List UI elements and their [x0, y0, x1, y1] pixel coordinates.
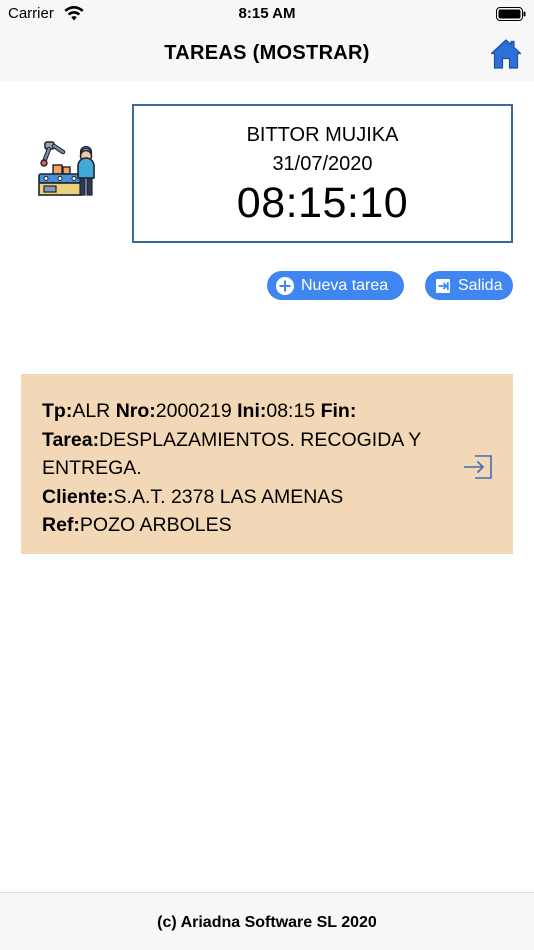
current-date: 31/07/2020	[272, 153, 373, 175]
current-clock: 08:15:10	[236, 179, 409, 227]
employee-name: BITTOR MUJIKA	[246, 124, 399, 146]
worker-machine-icon	[38, 141, 95, 196]
tp-value: ALR	[72, 400, 111, 422]
exit-icon	[436, 278, 450, 293]
footer: (c) Ariadna Software SL 2020	[0, 892, 534, 950]
battery-icon	[496, 7, 526, 21]
status-time: 8:15 AM	[238, 5, 296, 22]
ref-value: POZO ARBOLES	[79, 514, 232, 536]
task-card[interactable]: Tp:ALR Nro:2000219 Ini:08:15 Fin: Tarea:…	[21, 374, 513, 554]
ini-value: 08:15	[266, 400, 316, 422]
new-task-label: Nueva tarea	[301, 276, 389, 294]
employee-info-box: BITTOR MUJIKA 31/07/2020 08:15:10	[132, 104, 513, 243]
ref-label: Ref:	[42, 514, 80, 536]
task-client-line: Cliente:S.A.T. 2378 LAS AMENAS	[42, 483, 453, 512]
copyright-text: (c) Ariadna Software SL 2020	[157, 914, 377, 931]
tp-label: Tp:	[42, 400, 73, 422]
nro-label: Nro:	[115, 400, 156, 422]
task-description-line: Tarea:DESPLAZAMIENTOS. RECOGIDA Y ENTREG…	[42, 426, 453, 483]
cliente-value: S.A.T. 2378 LAS AMENAS	[113, 485, 344, 508]
nav-bar: TAREAS (MOSTRAR)	[0, 28, 534, 81]
home-icon[interactable]	[490, 38, 522, 70]
tarea-label: Tarea:	[42, 428, 100, 451]
enter-icon[interactable]	[462, 453, 494, 481]
status-bar: Carrier 8:15 AM	[0, 0, 534, 28]
ini-label: Ini:	[237, 400, 267, 422]
nro-value: 2000219	[155, 400, 232, 422]
cliente-label: Cliente:	[42, 485, 114, 508]
page-title: TAREAS (MOSTRAR)	[164, 42, 370, 64]
task-header-line: Tp:ALR Nro:2000219 Ini:08:15 Fin:	[42, 397, 453, 426]
exit-label: Salida	[458, 276, 503, 294]
plus-circle-icon	[276, 276, 294, 295]
task-ref-line: Ref:POZO ARBOLES	[42, 511, 453, 540]
screen: Carrier 8:15 AM TAREAS (MOSTRAR) BITTOR …	[0, 0, 534, 950]
new-task-button[interactable]: Nueva tarea	[267, 271, 404, 300]
tarea-value: DESPLAZAMIENTOS. RECOGIDA Y ENTREGA.	[42, 428, 421, 480]
fin-label: Fin:	[320, 400, 357, 422]
exit-button[interactable]: Salida	[425, 271, 513, 300]
